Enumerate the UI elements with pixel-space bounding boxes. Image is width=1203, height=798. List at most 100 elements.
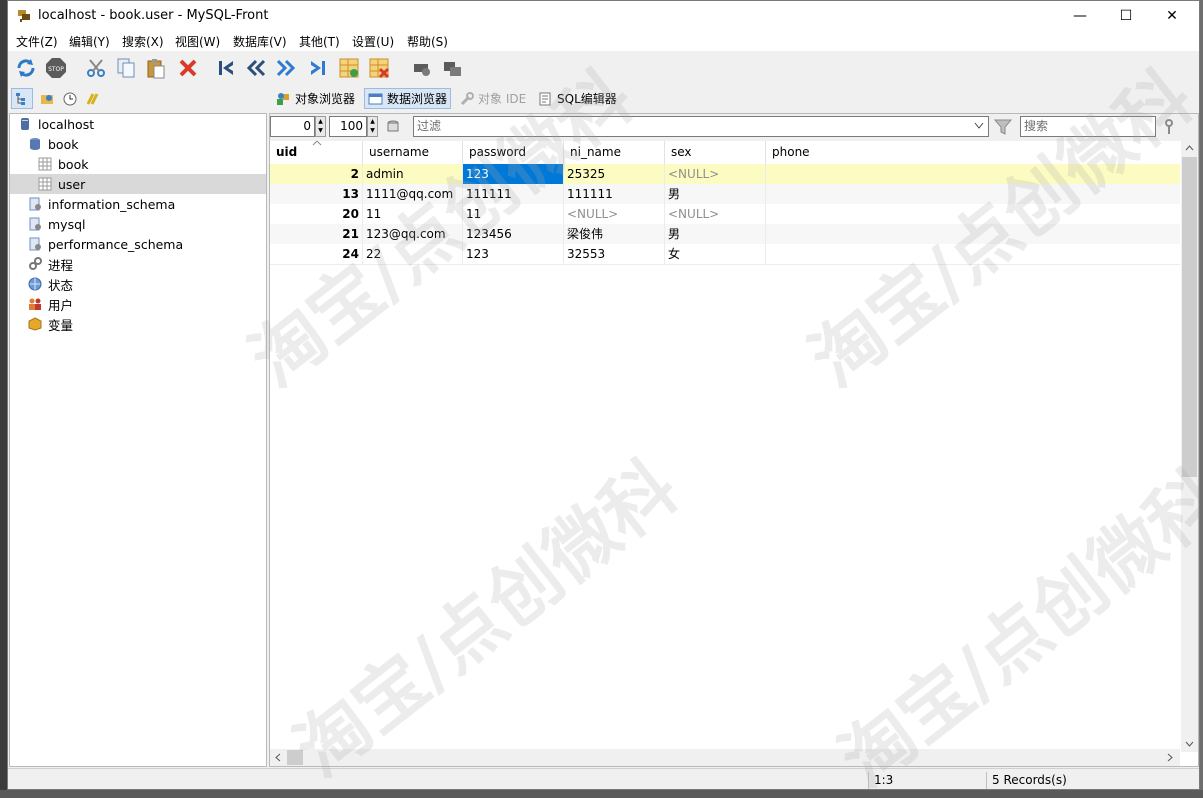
- maximize-button[interactable]: ☐: [1103, 1, 1149, 31]
- menu-settings[interactable]: 设置(U): [352, 33, 394, 50]
- scroll-right-icon[interactable]: [1167, 753, 1173, 762]
- cell-password[interactable]: 111111: [463, 184, 564, 204]
- limit-input[interactable]: 100: [329, 116, 367, 137]
- tree-item-performance-schema[interactable]: performance_schema: [28, 234, 183, 254]
- cell-phone[interactable]: [766, 164, 1180, 184]
- cell-sex[interactable]: <NULL>: [665, 164, 766, 184]
- cell-ni-name[interactable]: 25325: [564, 164, 665, 184]
- cell-uid[interactable]: 2: [270, 164, 363, 184]
- tree-item-processes[interactable]: 进程: [28, 254, 73, 274]
- copy-button[interactable]: [113, 55, 139, 81]
- cell-username[interactable]: admin: [363, 164, 463, 184]
- cell-phone[interactable]: [766, 244, 1180, 264]
- cut-button[interactable]: [83, 55, 109, 81]
- column-header-ni-name[interactable]: ni_name: [564, 141, 665, 164]
- insert-record-button[interactable]: [336, 55, 362, 81]
- cell-ni-name[interactable]: 111111: [564, 184, 665, 204]
- menu-search[interactable]: 搜索(X): [122, 33, 164, 50]
- scroll-up-icon[interactable]: [1185, 145, 1194, 151]
- cell-sex[interactable]: 男: [665, 184, 766, 204]
- table-row[interactable]: 2 admin 123 25325 <NULL>: [270, 164, 1180, 184]
- search-input[interactable]: 搜索: [1020, 116, 1156, 137]
- offset-spinner[interactable]: ▲ ▼: [315, 116, 326, 137]
- table-row[interactable]: 24 22 123 32553 女: [270, 244, 1180, 265]
- table-row[interactable]: 21 123@qq.com 123456 梁俊伟 男: [270, 224, 1180, 244]
- cell-username[interactable]: 22: [363, 244, 463, 264]
- tree-item-user-table[interactable]: user: [10, 174, 266, 194]
- tab-object-browser[interactable]: 对象浏览器: [273, 88, 358, 109]
- menu-database[interactable]: 数据库(V): [233, 33, 287, 50]
- minimize-button[interactable]: —: [1057, 1, 1103, 31]
- tab-sql-editor[interactable]: SQL编辑器: [535, 88, 620, 109]
- vertical-scrollbar[interactable]: [1181, 141, 1198, 752]
- cell-phone[interactable]: [766, 184, 1180, 204]
- column-header-phone[interactable]: phone: [766, 141, 1180, 164]
- bookmarks-toggle[interactable]: [37, 88, 59, 109]
- tree-item-status[interactable]: 状态: [28, 274, 73, 294]
- tree-item-localhost[interactable]: localhost: [18, 114, 94, 134]
- scroll-down-icon[interactable]: [1185, 741, 1194, 747]
- filter-funnel-icon[interactable]: [994, 118, 1012, 136]
- tree-item-book-database[interactable]: book: [28, 134, 78, 154]
- cell-ni-name[interactable]: <NULL>: [564, 204, 665, 224]
- next-button[interactable]: [273, 55, 299, 81]
- horizontal-scrollbar[interactable]: [270, 749, 1180, 766]
- column-header-username[interactable]: username: [363, 141, 463, 164]
- cell-username[interactable]: 11: [363, 204, 463, 224]
- vertical-scroll-thumb[interactable]: [1182, 157, 1197, 477]
- column-header-password[interactable]: password: [463, 141, 564, 164]
- scroll-left-icon[interactable]: [275, 753, 281, 762]
- cell-ni-name[interactable]: 32553: [564, 244, 665, 264]
- previous-button[interactable]: [243, 55, 269, 81]
- tree-item-mysql[interactable]: mysql: [28, 214, 86, 234]
- offset-input[interactable]: 0: [270, 116, 315, 137]
- horizontal-scroll-thumb[interactable]: [287, 750, 303, 765]
- paste-button[interactable]: [143, 55, 169, 81]
- cell-password-selected[interactable]: 123: [463, 164, 564, 184]
- delete-record-button[interactable]: [366, 55, 392, 81]
- table-row[interactable]: 13 1111@qq.com 111111 111111 男: [270, 184, 1180, 204]
- search-key-icon[interactable]: [1162, 118, 1176, 136]
- cell-sex[interactable]: 女: [665, 244, 766, 264]
- cell-ni-name[interactable]: 梁俊伟: [564, 224, 665, 244]
- cell-password[interactable]: 123456: [463, 224, 564, 244]
- delete-button[interactable]: [175, 55, 201, 81]
- close-button[interactable]: ✕: [1149, 1, 1195, 31]
- cell-uid[interactable]: 20: [270, 204, 363, 224]
- cell-sex[interactable]: 男: [665, 224, 766, 244]
- tree-item-book-table[interactable]: book: [38, 154, 88, 174]
- tab-data-browser[interactable]: 数据浏览器: [364, 88, 452, 109]
- cell-username[interactable]: 123@qq.com: [363, 224, 463, 244]
- column-header-sex[interactable]: sex: [665, 141, 766, 164]
- explorer-toggle[interactable]: [83, 88, 105, 109]
- limit-spinner[interactable]: ▲ ▼: [367, 116, 378, 137]
- navigator-toggle[interactable]: [11, 88, 33, 109]
- tab-object-ide[interactable]: 对象 IDE: [456, 88, 529, 109]
- menu-view[interactable]: 视图(W): [175, 33, 220, 50]
- post-changes-button[interactable]: [409, 55, 435, 81]
- cell-uid[interactable]: 24: [270, 244, 363, 264]
- stop-button[interactable]: STOP: [43, 55, 69, 81]
- cell-uid[interactable]: 13: [270, 184, 363, 204]
- tree-item-information-schema[interactable]: information_schema: [28, 194, 175, 214]
- refresh-button[interactable]: [13, 55, 39, 81]
- tree-item-variables[interactable]: 变量: [28, 314, 73, 334]
- cell-phone[interactable]: [766, 224, 1180, 244]
- cell-phone[interactable]: [766, 204, 1180, 224]
- tree-item-users[interactable]: 用户: [28, 294, 73, 314]
- menu-help[interactable]: 帮助(S): [407, 33, 448, 50]
- limit-toggle-icon[interactable]: [385, 119, 401, 135]
- menu-other[interactable]: 其他(T): [299, 33, 340, 50]
- filter-input[interactable]: 过滤: [413, 116, 989, 137]
- cancel-changes-button[interactable]: [439, 55, 465, 81]
- first-record-button[interactable]: [213, 55, 239, 81]
- chevron-down-icon[interactable]: [974, 122, 984, 130]
- cell-sex[interactable]: <NULL>: [665, 204, 766, 224]
- cell-password[interactable]: 11: [463, 204, 564, 224]
- history-toggle[interactable]: [60, 88, 82, 109]
- cell-password[interactable]: 123: [463, 244, 564, 264]
- last-record-button[interactable]: [305, 55, 331, 81]
- menu-file[interactable]: 文件(Z): [16, 33, 58, 50]
- cell-uid[interactable]: 21: [270, 224, 363, 244]
- cell-username[interactable]: 1111@qq.com: [363, 184, 463, 204]
